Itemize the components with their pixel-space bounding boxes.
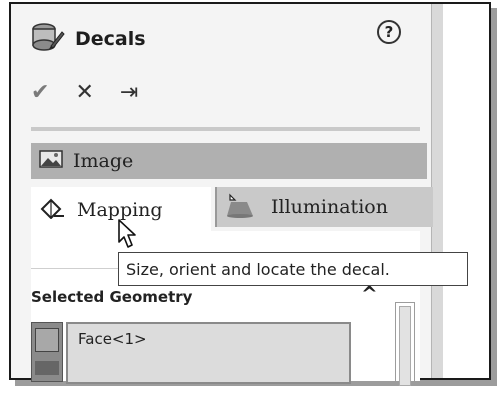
cancel-button[interactable]: ✕ <box>75 80 93 105</box>
face-selection-icon[interactable] <box>31 322 63 382</box>
mapping-icon <box>39 197 65 223</box>
scrollbar-thumb[interactable] <box>399 306 411 386</box>
image-section-label: Image <box>73 150 134 172</box>
tab-illumination[interactable]: Illumination <box>215 187 433 227</box>
help-icon[interactable]: ? <box>377 20 401 44</box>
mouse-cursor-icon <box>117 218 139 254</box>
separator <box>31 127 420 131</box>
selected-geometry-list[interactable]: Face<1> <box>66 322 351 384</box>
illumination-icon <box>225 192 255 222</box>
ok-button[interactable]: ✔ <box>31 80 49 105</box>
graphics-area[interactable] <box>443 4 489 378</box>
scrollbar[interactable] <box>395 302 415 386</box>
selected-geometry-title: Selected Geometry <box>31 288 193 306</box>
action-buttons: ✔ ✕ ⇥ <box>31 80 164 105</box>
image-icon <box>39 150 63 172</box>
tab-illumination-label: Illumination <box>271 196 388 218</box>
tooltip: Size, orient and locate the decal. <box>118 252 468 286</box>
image-section-header[interactable]: Image <box>31 143 427 179</box>
panel-header: Decals <box>31 22 146 56</box>
arrow-icon <box>35 361 59 375</box>
decals-icon <box>31 22 65 56</box>
tab-bar: Mapping Illumination <box>31 187 433 233</box>
pin-button[interactable]: ⇥ <box>120 80 138 105</box>
cube-icon <box>35 328 59 352</box>
list-item[interactable]: Face<1> <box>78 330 339 348</box>
panel-title: Decals <box>75 28 146 50</box>
